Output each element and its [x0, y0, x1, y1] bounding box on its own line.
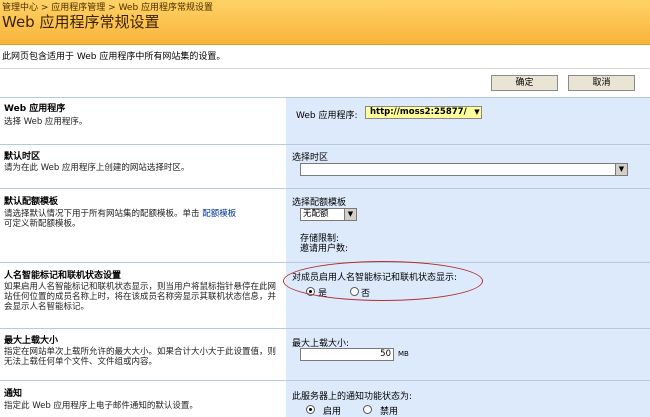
timezone-section-title: 默认时区 — [4, 152, 41, 162]
page-description: 此网页包含适用于 Web 应用程序中所有网站集的设置。 — [2, 52, 226, 62]
page-header: 管理中心 > 应用程序管理 > Web 应用程序常规设置 Web 应用程序常规设… — [0, 0, 650, 45]
upload-section-title: 最大上载大小 — [4, 336, 59, 346]
upload-unit-label: MB — [398, 350, 409, 358]
presence-section-title: 人名智能标记和联机状态设置 — [4, 271, 122, 281]
alerts-off-label: 禁用 — [380, 407, 399, 417]
quota-desc-text: 请选择默认情况下用于所有网站集的配额模板。单击 — [4, 209, 203, 219]
webapp-selector[interactable]: http://moss2:25877/ ▼ — [365, 106, 482, 119]
divider — [0, 97, 650, 98]
chevron-down-icon: ▼ — [474, 108, 480, 116]
webapp-section-desc: 选择 Web 应用程序。 — [4, 117, 88, 127]
alerts-section-title: 通知 — [4, 389, 23, 399]
max-upload-input[interactable]: 50 — [300, 348, 394, 361]
divider — [0, 188, 650, 189]
quota-desc-text-2: 可定义新配额模板。 — [4, 219, 81, 229]
webapp-section-title: Web 应用程序 — [4, 104, 66, 114]
quota-select-value: 无配额 — [303, 209, 329, 219]
chevron-down-icon: ▼ — [344, 209, 356, 220]
timezone-field-label: 选择时区 — [292, 153, 329, 163]
divider — [0, 328, 650, 329]
timezone-select[interactable]: ▼ — [300, 163, 628, 176]
invited-users-label: 邀请用户数: — [300, 244, 349, 254]
presence-section-desc: 如果启用人名智能标记和联机状态显示，则当用户将鼠标指针悬停在此网站任何位置的成员… — [4, 282, 277, 312]
quota-section-desc: 请选择默认情况下用于所有网站集的配额模板。单击 配额模板可定义新配额模板。 — [4, 209, 282, 229]
divider — [0, 144, 650, 145]
alerts-field-label: 此服务器上的通知功能状态为: — [292, 392, 413, 402]
ok-button[interactable]: 确定 — [491, 75, 558, 91]
divider — [0, 68, 650, 69]
quota-field-label: 选择配额模板 — [292, 198, 347, 208]
alerts-off-radio[interactable] — [363, 405, 372, 414]
alerts-on-radio[interactable] — [306, 405, 315, 414]
highlight-ellipse — [283, 261, 483, 301]
settings-panel — [286, 97, 650, 417]
divider — [0, 380, 650, 381]
quota-select[interactable]: 无配额 ▼ — [300, 208, 357, 221]
page-title: Web 应用程序常规设置 — [2, 13, 160, 31]
divider — [0, 262, 650, 263]
alerts-on-label: 启用 — [323, 407, 342, 417]
quota-templates-link[interactable]: 配额模板 — [202, 209, 236, 219]
timezone-section-desc: 请为在此 Web 应用程序上创建的网站选择时区。 — [4, 163, 190, 173]
upload-section-desc: 指定在网站单次上载所允许的最大大小。如果合计大小大于此设置值，则无法上载任何单个… — [4, 347, 277, 367]
quota-section-title: 默认配额模板 — [4, 197, 59, 207]
chevron-down-icon: ▼ — [615, 164, 627, 175]
alerts-section-desc: 指定此 Web 应用程序上电子邮件通知的默认设置。 — [4, 401, 198, 411]
webapp-field-label: Web 应用程序: — [296, 111, 358, 121]
cancel-button[interactable]: 取消 — [568, 75, 635, 91]
webapp-selector-value: http://moss2:25877/ — [370, 107, 467, 117]
